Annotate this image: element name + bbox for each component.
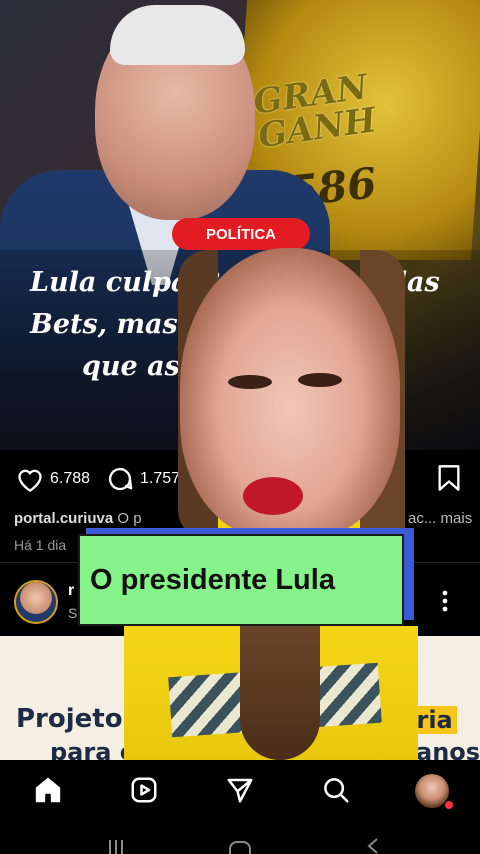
more-link[interactable]: mais [441,510,473,527]
bottom-nav [0,760,480,822]
caption-username[interactable]: portal.curiuva [14,510,113,527]
system-nav-bar [0,822,480,854]
video-caption-box: O presidente Lula [78,534,404,626]
comment-button[interactable] [106,465,134,493]
headline-line2a: Bets, mas [30,309,178,340]
nav-home[interactable] [32,774,64,806]
like-button[interactable] [16,466,44,492]
comment-icon [108,468,133,491]
post-actions: 6.788 1.757 [16,462,196,496]
post2-subtitle: S [68,605,78,621]
caption-preview: O p [117,510,142,527]
save-button[interactable] [437,464,461,497]
nav-direct[interactable] [224,774,256,806]
nav-search[interactable] [320,774,352,806]
video-caption-text: O presidente Lula [90,563,335,596]
post-caption[interactable]: portal.curiuva O p [14,510,142,527]
creator-eye-right [298,373,342,387]
category-tag: POLÍTICA [172,218,310,250]
direct-icon [227,778,253,803]
man-hair [110,5,245,65]
caption-truncated: ac... [408,510,437,527]
recent-apps-icon[interactable] [108,840,124,854]
reels-icon [131,777,157,803]
caption-tail[interactable]: ac... mais [408,510,472,527]
creator-hair-long [240,620,320,760]
more-options-icon[interactable] [442,590,448,616]
home-button-icon[interactable] [228,840,252,854]
creator-eye-left [228,375,272,389]
post2-avatar[interactable] [14,580,58,624]
bookmark-icon [438,465,460,491]
notification-dot [444,800,454,810]
post2-username[interactable]: r [68,582,74,600]
post-time: Há 1 dia [14,537,67,553]
heart-icon [18,469,42,492]
creator-lips [243,477,303,515]
comment-count: 1.757 [140,470,181,487]
home-icon [35,777,61,803]
back-icon[interactable] [366,838,380,854]
nav-reels[interactable] [128,774,160,806]
search-icon [324,778,349,803]
like-count: 6.788 [50,470,91,487]
